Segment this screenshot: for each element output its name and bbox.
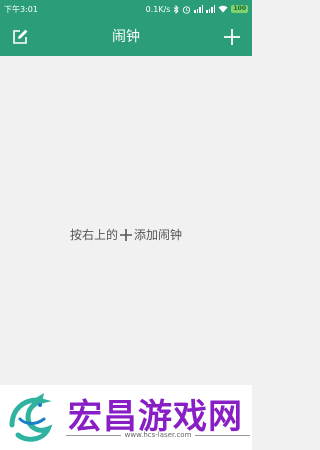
status-icons: 0.1K/s 100: [145, 4, 248, 14]
signal-icon-2: [206, 5, 216, 13]
signal-icon: [194, 5, 204, 13]
empty-state-message: 按右上的 添加闹钟: [0, 226, 252, 243]
bluetooth-icon: [174, 4, 180, 14]
edit-icon[interactable]: [10, 27, 30, 47]
divider: [66, 434, 121, 436]
status-time: 下午3:01: [4, 4, 38, 14]
network-speed: 0.1K/s: [145, 4, 171, 14]
empty-text-after: 添加闹钟: [134, 228, 183, 242]
add-icon[interactable]: [222, 27, 242, 47]
watermark-banner: 宏昌游戏网 www.hcs-laser.com: [0, 385, 252, 450]
page-title: 闹钟: [112, 29, 140, 45]
watermark-url-row: www.hcs-laser.com: [66, 431, 251, 439]
empty-text-before: 按右上的: [69, 228, 118, 242]
app-toolbar: 闹钟: [0, 18, 252, 56]
divider: [195, 434, 251, 436]
wifi-icon: [218, 5, 228, 13]
plus-icon: [120, 228, 132, 241]
status-bar: 下午3:01 0.1K/s 100: [0, 0, 252, 18]
dragon-logo-icon: [9, 393, 53, 442]
alarm-icon: [183, 5, 191, 14]
battery-icon: 100: [231, 5, 248, 13]
watermark-url: www.hcs-laser.com: [124, 431, 192, 439]
